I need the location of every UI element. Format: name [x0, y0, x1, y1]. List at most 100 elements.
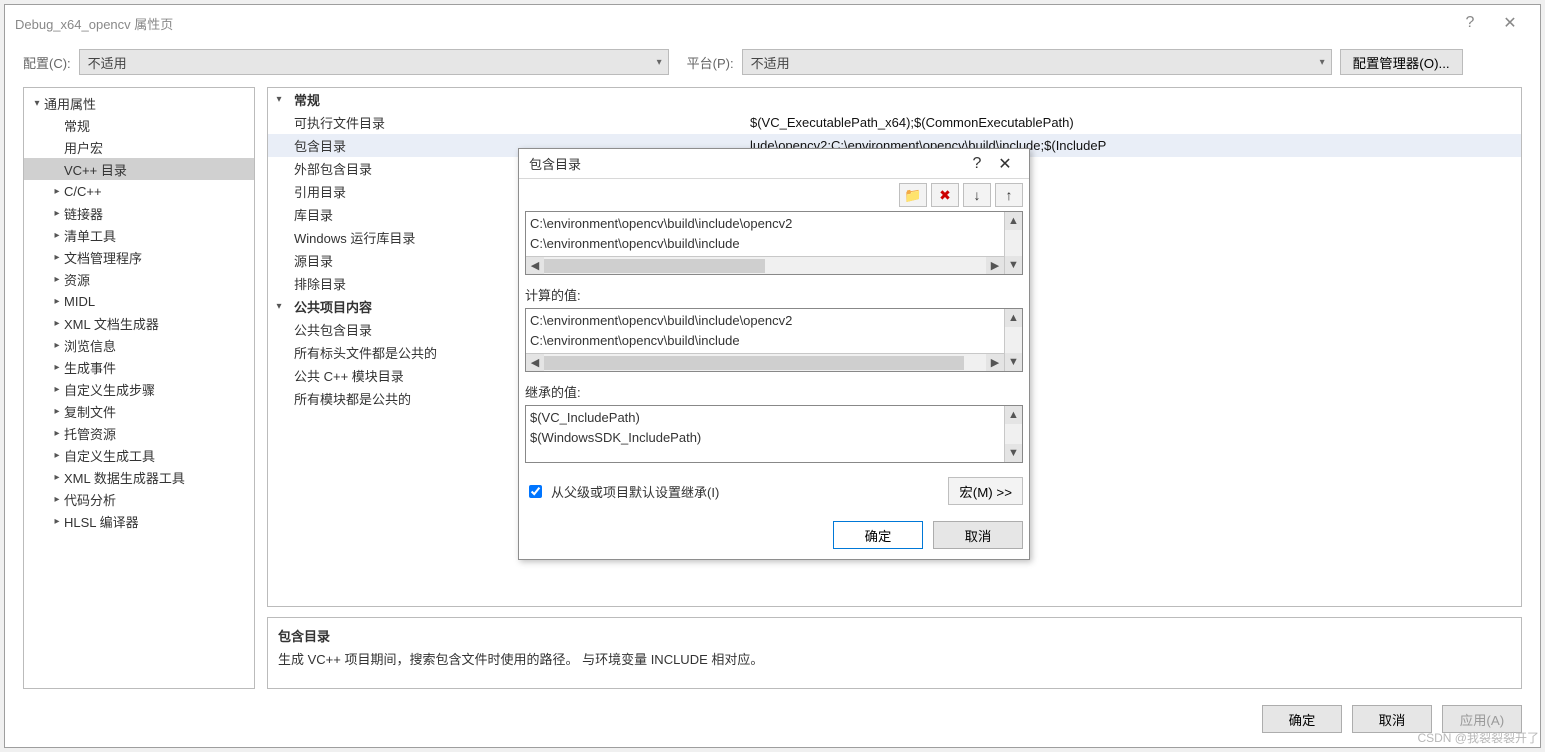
nav-tree[interactable]: ▾通用属性常规用户宏VC++ 目录▸C/C++▸链接器▸清单工具▸文档管理程序▸… [23, 87, 255, 689]
scroll-up-icon[interactable]: ▲ [1005, 406, 1022, 424]
tree-twist-icon[interactable]: ▸ [50, 472, 64, 483]
tree-item[interactable]: ▾通用属性 [24, 92, 254, 114]
tree-item[interactable]: ▸XML 文档生成器 [24, 312, 254, 334]
dialog-ok-button[interactable]: 确定 [833, 521, 923, 549]
tree-twist-icon[interactable]: ▸ [50, 230, 64, 241]
scroll-left-icon[interactable]: ◀ [526, 257, 544, 274]
tree-twist-icon[interactable]: ▸ [50, 186, 64, 197]
tree-twist-icon[interactable]: ▸ [50, 428, 64, 439]
tree-twist-icon[interactable]: ▸ [50, 208, 64, 219]
tree-item[interactable]: ▸XML 数据生成器工具 [24, 466, 254, 488]
help-icon[interactable]: ? [963, 155, 991, 173]
vertical-scrollbar[interactable]: ▲ ▼ [1004, 406, 1022, 462]
tree-twist-icon[interactable]: ▸ [50, 274, 64, 285]
scroll-down-icon[interactable]: ▼ [1005, 256, 1022, 274]
tree-twist-icon[interactable]: ▸ [50, 516, 64, 527]
tree-item[interactable]: ▸复制文件 [24, 400, 254, 422]
list-item[interactable]: C:\environment\opencv\build\include [530, 234, 1000, 254]
tree-item[interactable]: ▸自定义生成工具 [24, 444, 254, 466]
tree-item[interactable]: ▸浏览信息 [24, 334, 254, 356]
arrow-down-icon: ↓ [974, 187, 981, 203]
tree-twist-icon[interactable]: ▸ [50, 252, 64, 263]
list-item[interactable]: $(WindowsSDK_IncludePath) [530, 428, 1000, 448]
move-down-button[interactable]: ↓ [963, 183, 991, 207]
tree-item-label: 通用属性 [44, 94, 96, 113]
tree-item[interactable]: ▸资源 [24, 268, 254, 290]
tree-item[interactable]: 常规 [24, 114, 254, 136]
scroll-right-icon[interactable]: ▶ [986, 354, 1004, 371]
delete-icon: ✖ [939, 187, 951, 204]
config-combo-value: 不适用 [88, 53, 127, 72]
tree-item[interactable]: ▸清单工具 [24, 224, 254, 246]
delete-button[interactable]: ✖ [931, 183, 959, 207]
tree-item-label: VC++ 目录 [64, 160, 127, 179]
list-item[interactable]: C:\environment\opencv\build\include\open… [530, 214, 1000, 234]
tree-twist-icon[interactable]: ▸ [50, 296, 64, 307]
group-twist-icon[interactable]: ▾ [268, 94, 290, 105]
tree-item-label: 用户宏 [64, 138, 103, 157]
dialog-cancel-button[interactable]: 取消 [933, 521, 1023, 549]
group-twist-icon[interactable]: ▾ [268, 301, 290, 312]
list-item[interactable]: $(VC_IncludePath) [530, 408, 1000, 428]
tree-item[interactable]: ▸生成事件 [24, 356, 254, 378]
list-item[interactable]: C:\environment\opencv\build\include\open… [530, 311, 1000, 331]
dialog-title: 包含目录 [529, 154, 963, 173]
calculated-values-label: 计算的值: [525, 285, 1023, 304]
tree-item[interactable]: ▸代码分析 [24, 488, 254, 510]
apply-button[interactable]: 应用(A) [1442, 705, 1522, 733]
scroll-up-icon[interactable]: ▲ [1005, 212, 1022, 230]
tree-item[interactable]: ▸托管资源 [24, 422, 254, 444]
tree-item-label: C/C++ [64, 184, 102, 199]
platform-combo[interactable]: 不适用 ▾ [742, 49, 1332, 75]
tree-item-label: 文档管理程序 [64, 248, 142, 267]
property-value[interactable]: $(VC_ExecutablePath_x64);$(CommonExecuta… [750, 115, 1521, 130]
inherit-checkbox-label[interactable]: 从父级或项目默认设置继承(I) [525, 482, 948, 501]
cancel-button[interactable]: 取消 [1352, 705, 1432, 733]
ok-button[interactable]: 确定 [1262, 705, 1342, 733]
scroll-down-icon[interactable]: ▼ [1005, 353, 1022, 371]
inherit-checkbox[interactable] [529, 485, 542, 498]
vertical-scrollbar[interactable]: ▲ ▼ [1004, 309, 1022, 371]
tree-item[interactable]: ▸C/C++ [24, 180, 254, 202]
titlebar: Debug_x64_opencv 属性页 ? ✕ [5, 5, 1540, 41]
config-manager-button[interactable]: 配置管理器(O)... [1340, 49, 1463, 75]
tree-item[interactable]: ▸文档管理程序 [24, 246, 254, 268]
tree-twist-icon[interactable]: ▸ [50, 494, 64, 505]
include-dirs-dialog: 包含目录 ? ✕ 📁 ✖ ↓ ↑ C:\environment\opencv\b… [518, 148, 1030, 560]
arrow-up-icon: ↑ [1006, 187, 1013, 203]
tree-item[interactable]: ▸自定义生成步骤 [24, 378, 254, 400]
tree-twist-icon[interactable]: ▸ [50, 406, 64, 417]
tree-item[interactable]: VC++ 目录 [24, 158, 254, 180]
dialog-body: C:\environment\opencv\build\include\open… [519, 211, 1029, 559]
tree-twist-icon[interactable]: ▸ [50, 318, 64, 329]
macros-button[interactable]: 宏(M) >> [948, 477, 1023, 505]
scroll-up-icon[interactable]: ▲ [1005, 309, 1022, 327]
tree-twist-icon[interactable]: ▸ [50, 450, 64, 461]
config-combo[interactable]: 不适用 ▾ [79, 49, 669, 75]
tree-item[interactable]: ▸HLSL 编译器 [24, 510, 254, 532]
scroll-right-icon[interactable]: ▶ [986, 257, 1004, 274]
tree-twist-icon[interactable]: ▾ [30, 98, 44, 109]
edit-listbox[interactable]: C:\environment\opencv\build\include\open… [525, 211, 1023, 275]
scroll-down-icon[interactable]: ▼ [1005, 444, 1022, 462]
close-icon[interactable]: ✕ [1490, 13, 1530, 33]
folder-icon: 📁 [904, 187, 921, 204]
property-row[interactable]: 可执行文件目录$(VC_ExecutablePath_x64);$(Common… [268, 111, 1521, 134]
tree-twist-icon[interactable]: ▸ [50, 340, 64, 351]
tree-twist-icon[interactable]: ▸ [50, 362, 64, 373]
scroll-left-icon[interactable]: ◀ [526, 354, 544, 371]
vertical-scrollbar[interactable]: ▲ ▼ [1004, 212, 1022, 274]
horizontal-scrollbar[interactable]: ◀ ▶ [526, 256, 1004, 274]
close-icon[interactable]: ✕ [991, 154, 1019, 174]
help-icon[interactable]: ? [1450, 14, 1490, 32]
list-item[interactable]: C:\environment\opencv\build\include [530, 331, 1000, 351]
tree-twist-icon[interactable]: ▸ [50, 384, 64, 395]
tree-item[interactable]: ▸链接器 [24, 202, 254, 224]
tree-item[interactable]: 用户宏 [24, 136, 254, 158]
tree-item-label: 复制文件 [64, 402, 116, 421]
tree-item[interactable]: ▸MIDL [24, 290, 254, 312]
group-header: 常规 [290, 90, 750, 109]
move-up-button[interactable]: ↑ [995, 183, 1023, 207]
new-folder-button[interactable]: 📁 [899, 183, 927, 207]
horizontal-scrollbar[interactable]: ◀ ▶ [526, 353, 1004, 371]
